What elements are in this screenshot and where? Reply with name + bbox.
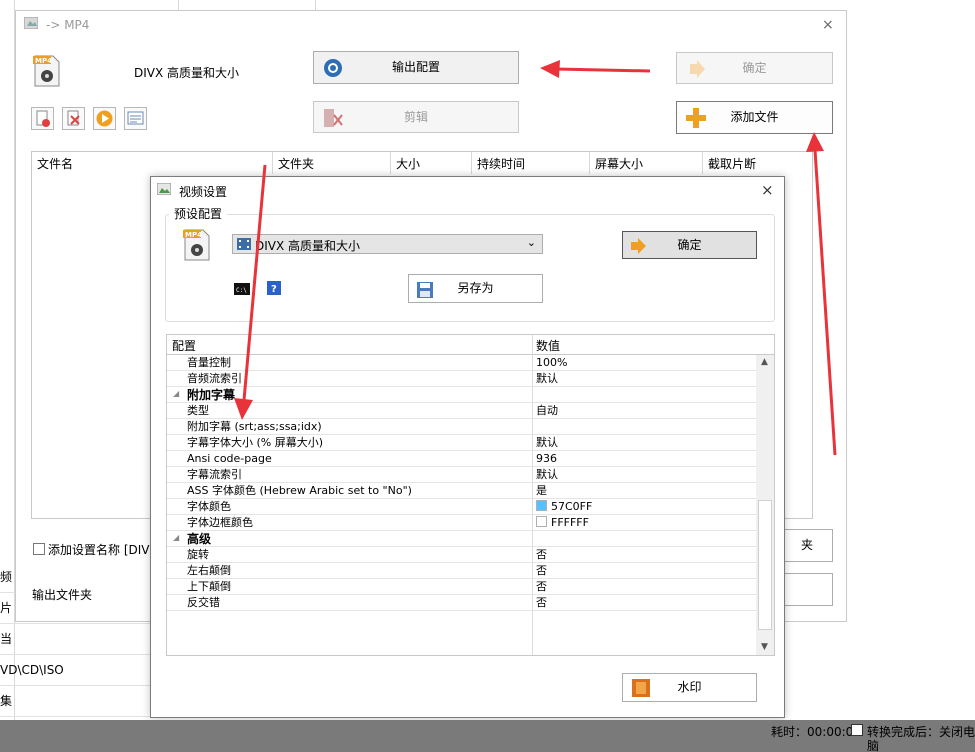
- close-icon[interactable]: ×: [761, 181, 774, 199]
- watermark-label: 水印: [677, 680, 702, 694]
- video-settings-dialog: 视频设置 × 预设配置 MP4 DIVX 高质量和大小 ⌄ 确定 C:\ ? 另…: [150, 176, 785, 718]
- value-column-header: 数值: [536, 339, 561, 353]
- property-category[interactable]: ◢ 附加字幕: [167, 387, 757, 403]
- svg-text:C:\: C:\: [236, 287, 247, 294]
- video-settings-title: 视频设置: [179, 185, 228, 199]
- property-grid-scrollbar[interactable]: ▲ ▼: [756, 355, 774, 655]
- collapse-triangle-icon[interactable]: ◢: [173, 389, 179, 398]
- video-settings-app-icon: [156, 182, 172, 198]
- property-row[interactable]: 附加字幕 (srt;ass;ssa;idx): [167, 419, 757, 435]
- property-row[interactable]: 左右颠倒否: [167, 563, 757, 579]
- watermark-icon: [632, 679, 650, 707]
- preset-select-value: DIVX 高质量和大小: [255, 239, 361, 253]
- scroll-up-icon[interactable]: ▲: [761, 357, 768, 367]
- save-as-button[interactable]: 另存为: [408, 274, 543, 303]
- play-button[interactable]: [93, 107, 116, 130]
- property-row[interactable]: ASS 字体颜色 (Hebrew Arabic set to "No") 是: [167, 483, 757, 499]
- preset-select[interactable]: DIVX 高质量和大小 ⌄: [232, 234, 543, 254]
- ok-label: 确定: [742, 61, 767, 75]
- output-folder-field[interactable]: [781, 573, 833, 606]
- arrow-right-icon: [687, 59, 707, 90]
- mp4-file-icon: MP4: [33, 54, 61, 91]
- help-icon[interactable]: ?: [267, 281, 281, 298]
- arrow-right-icon: [630, 237, 648, 263]
- preset-ok-label: 确定: [677, 238, 702, 252]
- output-config-button[interactable]: 输出配置: [313, 51, 519, 84]
- property-row[interactable]: 类型 自动: [167, 403, 757, 419]
- elapsed-time: 耗时：00:00:00: [771, 725, 861, 739]
- column-header[interactable]: 屏幕大小: [590, 152, 703, 174]
- property-row[interactable]: 字幕字体大小 (% 屏幕大小) 默认: [167, 435, 757, 451]
- edit-button[interactable]: 剪辑: [313, 101, 519, 133]
- remove-file-button[interactable]: [31, 107, 54, 130]
- chevron-down-icon: ⌄: [526, 236, 536, 249]
- column-header[interactable]: 文件名: [32, 152, 273, 174]
- info-list-icon: [127, 111, 144, 125]
- dialog-title: -> MP4: [46, 18, 90, 32]
- output-folder-label: 输出文件夹: [32, 588, 93, 602]
- cmd-icon[interactable]: C:\: [234, 283, 250, 298]
- plus-icon: [685, 107, 707, 140]
- preset-group-title: 预设配置: [169, 207, 228, 221]
- close-icon[interactable]: ×: [822, 17, 834, 33]
- property-row[interactable]: Ansi code-page 936: [167, 451, 757, 467]
- gear-icon: [322, 57, 344, 90]
- folder-button-label: 夹: [800, 538, 813, 552]
- property-category[interactable]: ◢ 高级: [167, 531, 757, 547]
- scroll-down-icon[interactable]: ▼: [761, 642, 768, 652]
- name-column-header: 配置: [172, 339, 197, 353]
- background-list-item[interactable]: VD\CD\ISO: [0, 655, 150, 686]
- add-setting-name-label: 添加设置名称 [DIV: [48, 543, 150, 557]
- mp4-file-icon: MP4: [183, 228, 211, 265]
- file-list-header: 文件名 文件夹 大小 持续时间 屏幕大小 截取片断: [31, 151, 813, 175]
- shutdown-after-checkbox[interactable]: [851, 724, 863, 736]
- clear-list-button[interactable]: [62, 107, 85, 130]
- column-header[interactable]: 截取片断: [703, 152, 812, 174]
- property-row[interactable]: 字体颜色 57C0FF: [167, 499, 757, 515]
- floppy-disk-icon: [417, 281, 433, 308]
- add-file-button[interactable]: 添加文件: [676, 101, 833, 134]
- property-row[interactable]: 字幕流索引 默认: [167, 467, 757, 483]
- svg-text:?: ?: [271, 284, 277, 295]
- property-grid-header: 配置 数值: [167, 335, 774, 355]
- file-info-button[interactable]: [124, 107, 147, 130]
- background-list-item[interactable]: 集: [0, 686, 150, 717]
- remove-icon: [36, 110, 50, 127]
- shutdown-after-label: 转换完成后：关闭电脑: [867, 725, 975, 752]
- property-row[interactable]: 字体边框颜色 FFFFFF: [167, 515, 757, 531]
- output-config-label: 输出配置: [391, 60, 440, 74]
- preset-ok-button[interactable]: 确定: [622, 231, 757, 259]
- property-row[interactable]: 音量控制 100%: [167, 355, 757, 371]
- preset-name-label: DIVX 高质量和大小: [134, 66, 240, 80]
- app-icon: [23, 16, 39, 30]
- background-top-strip: [150, 0, 975, 10]
- folder-button[interactable]: 夹: [781, 529, 833, 562]
- add-setting-name-checkbox[interactable]: [33, 543, 45, 555]
- add-file-label: 添加文件: [730, 110, 779, 124]
- film-scissors-icon: [322, 107, 344, 140]
- clear-icon: [67, 110, 80, 126]
- property-row[interactable]: 反交错否: [167, 595, 757, 611]
- svg-text:MP4: MP4: [185, 231, 202, 239]
- save-as-label: 另存为: [457, 281, 494, 295]
- ok-button[interactable]: 确定: [676, 52, 833, 84]
- watermark-button[interactable]: 水印: [622, 673, 757, 702]
- property-row[interactable]: 上下颠倒否: [167, 579, 757, 595]
- property-row[interactable]: 旋转否: [167, 547, 757, 563]
- edit-label: 剪辑: [403, 110, 428, 124]
- column-header[interactable]: 大小: [391, 152, 472, 174]
- play-icon: [96, 110, 113, 127]
- background-list-item[interactable]: 当: [0, 624, 150, 655]
- collapse-triangle-icon[interactable]: ◢: [173, 533, 179, 542]
- svg-text:MP4: MP4: [35, 57, 52, 65]
- scrollbar-thumb[interactable]: [758, 500, 772, 630]
- film-icon: [237, 237, 251, 254]
- settings-property-grid: 配置 数值 音量控制 100% 音频流索引 默认 ◢ 附加字幕 类型 自动 附加字幕 (…: [166, 334, 775, 656]
- color-swatch[interactable]: [536, 500, 547, 511]
- column-header[interactable]: 文件夹: [273, 152, 391, 174]
- property-row[interactable]: 音频流索引 默认: [167, 371, 757, 387]
- column-header[interactable]: 持续时间: [472, 152, 590, 174]
- color-swatch[interactable]: [536, 516, 547, 527]
